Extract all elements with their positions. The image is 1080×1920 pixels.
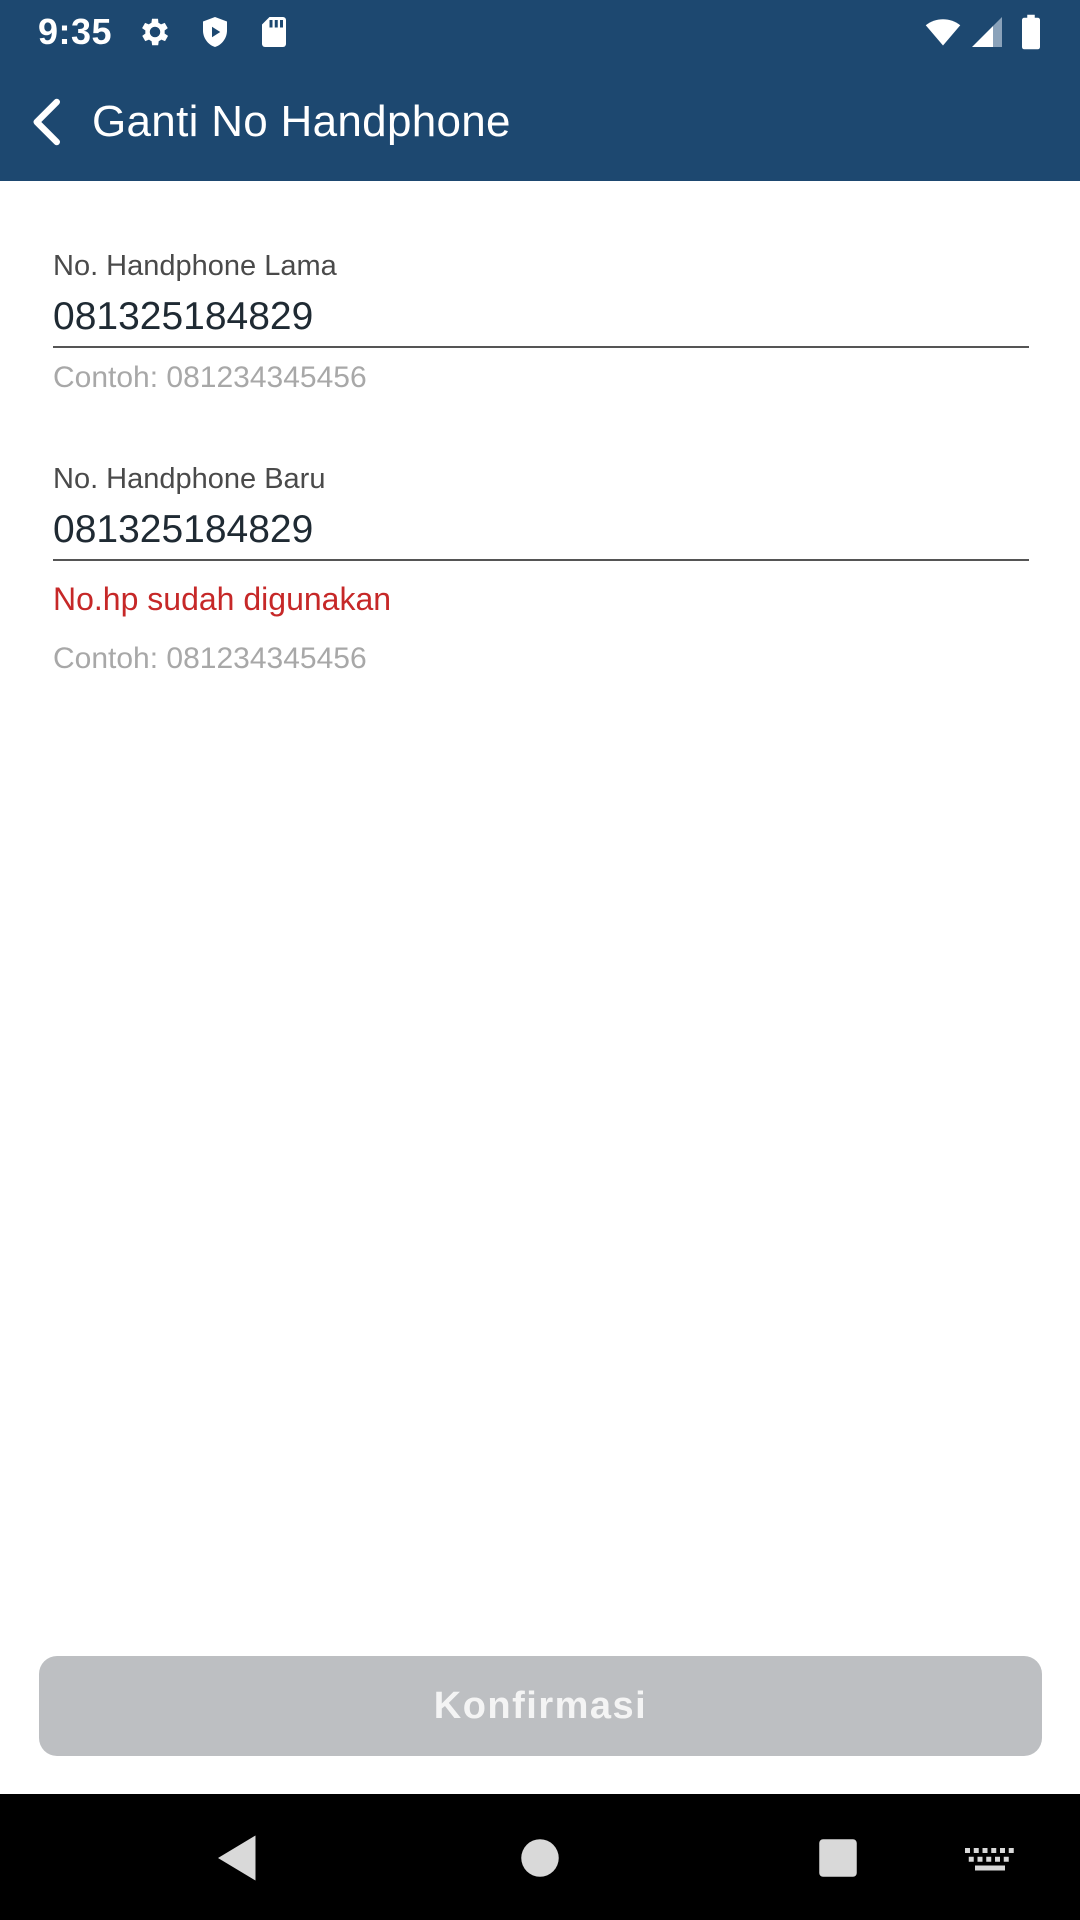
app-bar: Ganti No Handphone bbox=[0, 64, 1080, 181]
new-phone-label: No. Handphone Baru bbox=[53, 463, 326, 495]
wifi-icon bbox=[925, 19, 961, 46]
back-button[interactable] bbox=[18, 92, 78, 152]
new-phone-helper: Contoh: 081234345456 bbox=[53, 642, 367, 675]
status-time: 9:35 bbox=[38, 11, 113, 52]
page-title: Ganti No Handphone bbox=[92, 97, 511, 146]
old-phone-helper: Contoh: 081234345456 bbox=[53, 361, 367, 394]
new-phone-input[interactable] bbox=[53, 501, 1029, 561]
old-phone-field: No. Handphone Lama Contoh: 081234345456 bbox=[53, 248, 1029, 398]
recents-square-icon[interactable] bbox=[808, 1828, 868, 1888]
gear-icon bbox=[142, 18, 169, 46]
back-triangle-icon[interactable] bbox=[208, 1828, 268, 1888]
sd-card-icon bbox=[262, 17, 286, 47]
shield-icon bbox=[203, 17, 227, 47]
status-bar: 9:35 bbox=[0, 0, 1080, 64]
new-phone-error: No.hp sudah digunakan bbox=[53, 581, 392, 617]
signal-icon bbox=[972, 17, 1002, 47]
confirm-button[interactable]: Konfirmasi bbox=[39, 1656, 1042, 1756]
old-phone-label: No. Handphone Lama bbox=[53, 250, 337, 282]
nav-bar bbox=[0, 1794, 1080, 1920]
new-phone-field: No. Handphone Baru No.hp sudah digunakan… bbox=[53, 461, 1029, 679]
battery-icon bbox=[1022, 14, 1040, 50]
keyboard-icon[interactable] bbox=[960, 1828, 1020, 1888]
old-phone-input[interactable] bbox=[53, 288, 1029, 348]
home-circle-icon[interactable] bbox=[510, 1828, 570, 1888]
